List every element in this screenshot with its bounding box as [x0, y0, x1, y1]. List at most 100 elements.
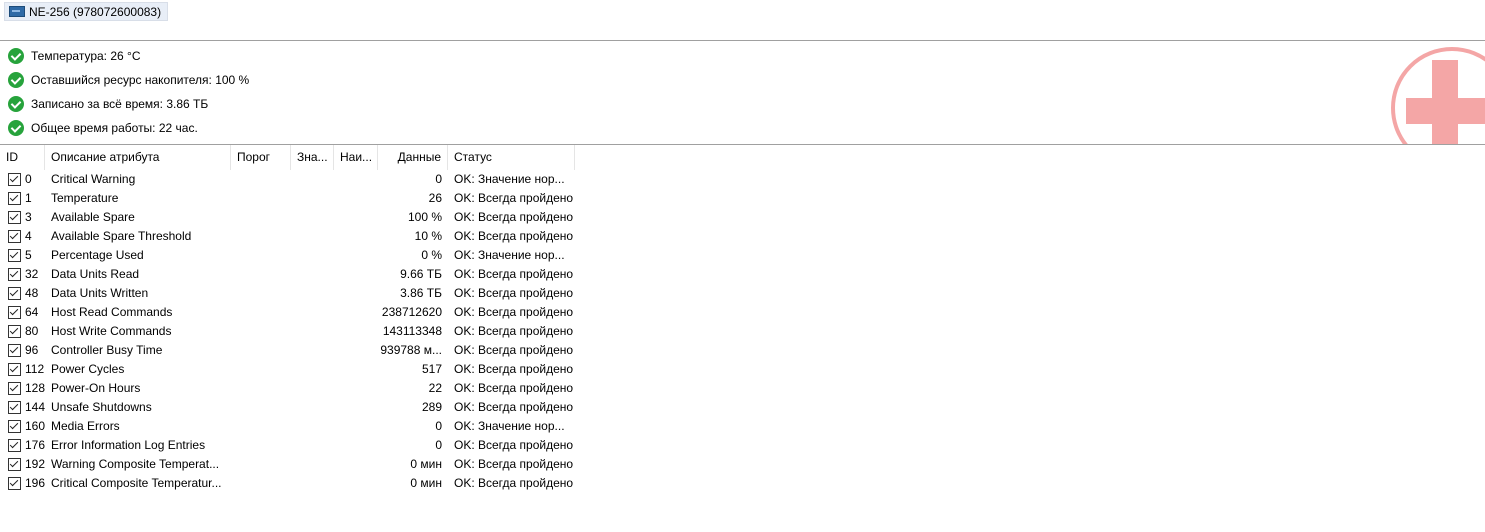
cell-status: OK: Значение нор... [454, 248, 565, 262]
row-checkbox[interactable] [8, 249, 21, 262]
row-checkbox[interactable] [8, 230, 21, 243]
col-id-header[interactable]: ID [0, 145, 45, 170]
cell-id: 1 [25, 191, 32, 205]
summary-power-on-time: Общее время работы: 22 час. [8, 119, 198, 137]
table-row[interactable]: 112 Power Cycles 517 OK: Всегда пройдено [0, 360, 1485, 379]
ok-check-icon [8, 48, 24, 64]
cell-id: 112 [25, 362, 45, 376]
row-checkbox[interactable] [8, 268, 21, 281]
col-threshold-header[interactable]: Порог [231, 145, 291, 170]
table-row[interactable]: 0 Critical Warning 0 OK: Значение нор... [0, 170, 1485, 189]
cell-id: 128 [25, 381, 45, 395]
cell-id: 192 [25, 457, 45, 471]
row-checkbox[interactable] [8, 306, 21, 319]
row-checkbox[interactable] [8, 420, 21, 433]
row-checkbox[interactable] [8, 382, 21, 395]
table-row[interactable]: 128 Power-On Hours 22 OK: Всегда пройдено [0, 379, 1485, 398]
cell-data: 289 [421, 400, 442, 414]
cell-status: OK: Всегда пройдено [454, 324, 574, 338]
row-checkbox[interactable] [8, 344, 21, 357]
cell-id: 80 [25, 324, 39, 338]
cell-status: OK: Всегда пройдено [454, 476, 574, 490]
cell-id: 64 [25, 305, 39, 319]
table-row[interactable]: 80 Host Write Commands 143113348 OK: Всегда… [0, 322, 1485, 341]
col-description-header[interactable]: Описание атрибута [45, 145, 231, 170]
table-row[interactable]: 3 Available Spare 100 % OK: Всегда пройдено [0, 208, 1485, 227]
cell-data: 0 мин [410, 457, 442, 471]
health-cross-icon [1391, 47, 1485, 144]
col-worst-header[interactable]: Наи... [334, 145, 378, 170]
cell-description: Unsafe Shutdowns [51, 400, 152, 414]
summary-total-written: Записано за всё время: 3.86 ТБ [8, 95, 208, 113]
cell-description: Host Write Commands [51, 324, 172, 338]
row-checkbox[interactable] [8, 439, 21, 452]
cell-data: 100 % [407, 210, 442, 224]
cell-data: 9.66 ТБ [400, 267, 442, 281]
cell-status: OK: Всегда пройдено [454, 438, 574, 452]
cell-data: 143113348 [382, 324, 442, 338]
col-data-header[interactable]: Данные [378, 145, 448, 170]
summary-remaining-life: Оставшийся ресурс накопителя: 100 % [8, 71, 249, 89]
cell-description: Warning Composite Temperat... [51, 457, 220, 471]
row-checkbox[interactable] [8, 363, 21, 376]
row-checkbox[interactable] [8, 458, 21, 471]
cell-description: Power-On Hours [51, 381, 141, 395]
table-row[interactable]: 64 Host Read Commands 238712620 OK: Всегда … [0, 303, 1485, 322]
cell-status: OK: Значение нор... [454, 419, 565, 433]
cell-status: OK: Всегда пройдено [454, 400, 574, 414]
table-row[interactable]: 48 Data Units Written 3.86 ТБ OK: Всегда пр… [0, 284, 1485, 303]
row-checkbox[interactable] [8, 401, 21, 414]
table-row[interactable]: 192 Warning Composite Temperat... 0 мин OK:… [0, 455, 1485, 474]
row-checkbox[interactable] [8, 192, 21, 205]
ok-check-icon [8, 72, 24, 88]
cell-status: OK: Всегда пройдено [454, 229, 574, 243]
cell-data: 238712620 [381, 305, 442, 319]
col-status-header[interactable]: Статус [448, 145, 575, 170]
row-checkbox[interactable] [8, 173, 21, 186]
drive-label: NE-256 (978072600083) [29, 4, 162, 19]
table-row[interactable]: 96 Controller Busy Time 939788 м... OK: Все… [0, 341, 1485, 360]
cell-status: OK: Всегда пройдено [454, 381, 574, 395]
cell-id: 3 [25, 210, 32, 224]
cell-id: 32 [25, 267, 39, 281]
row-checkbox[interactable] [8, 287, 21, 300]
table-row[interactable]: 5 Percentage Used 0 % OK: Значение нор... [0, 246, 1485, 265]
cell-description: Critical Warning [51, 172, 136, 186]
cell-data: 517 [421, 362, 442, 376]
ssd-drive-icon [9, 6, 25, 17]
cell-description: Available Spare [51, 210, 135, 224]
summary-total-written-text: Записано за всё время: 3.86 ТБ [31, 97, 209, 111]
cell-status: OK: Всегда пройдено [454, 305, 574, 319]
drive-tab[interactable]: NE-256 (978072600083) [4, 2, 169, 21]
cell-data: 0 [435, 438, 442, 452]
cell-status: OK: Всегда пройдено [454, 343, 574, 357]
drive-selector-bar: NE-256 (978072600083) [0, 0, 1485, 41]
table-row[interactable]: 196 Critical Composite Temperatur... 0 мин… [0, 474, 1485, 493]
row-checkbox[interactable] [8, 325, 21, 338]
table-row[interactable]: 32 Data Units Read 9.66 ТБ OK: Всегда пройд… [0, 265, 1485, 284]
col-value-header[interactable]: Зна... [291, 145, 334, 170]
cell-description: Temperature [51, 191, 119, 205]
row-checkbox[interactable] [8, 211, 21, 224]
cell-description: Critical Composite Temperatur... [51, 476, 222, 490]
cell-data: 939788 м... [380, 343, 442, 357]
cell-description: Media Errors [51, 419, 120, 433]
cell-data: 22 [428, 381, 442, 395]
cell-data: 0 [435, 419, 442, 433]
cell-status: OK: Всегда пройдено [454, 286, 574, 300]
table-row[interactable]: 160 Media Errors 0 OK: Значение нор... [0, 417, 1485, 436]
table-row[interactable]: 144 Unsafe Shutdowns 289 OK: Всегда пройден… [0, 398, 1485, 417]
cell-id: 196 [25, 476, 45, 490]
cell-data: 0 мин [410, 476, 442, 490]
cell-id: 144 [25, 400, 45, 414]
cell-description: Power Cycles [51, 362, 125, 376]
cell-data: 10 % [414, 229, 442, 243]
row-checkbox[interactable] [8, 477, 21, 490]
table-row[interactable]: 4 Available Spare Threshold 10 % OK: Всегда… [0, 227, 1485, 246]
cell-description: Controller Busy Time [51, 343, 163, 357]
cell-data: 0 [435, 172, 442, 186]
cell-id: 96 [25, 343, 39, 357]
table-row[interactable]: 1 Temperature 26 OK: Всегда пройдено [0, 189, 1485, 208]
table-row[interactable]: 176 Error Information Log Entries 0 OK: Все… [0, 436, 1485, 455]
cell-id: 4 [25, 229, 32, 243]
